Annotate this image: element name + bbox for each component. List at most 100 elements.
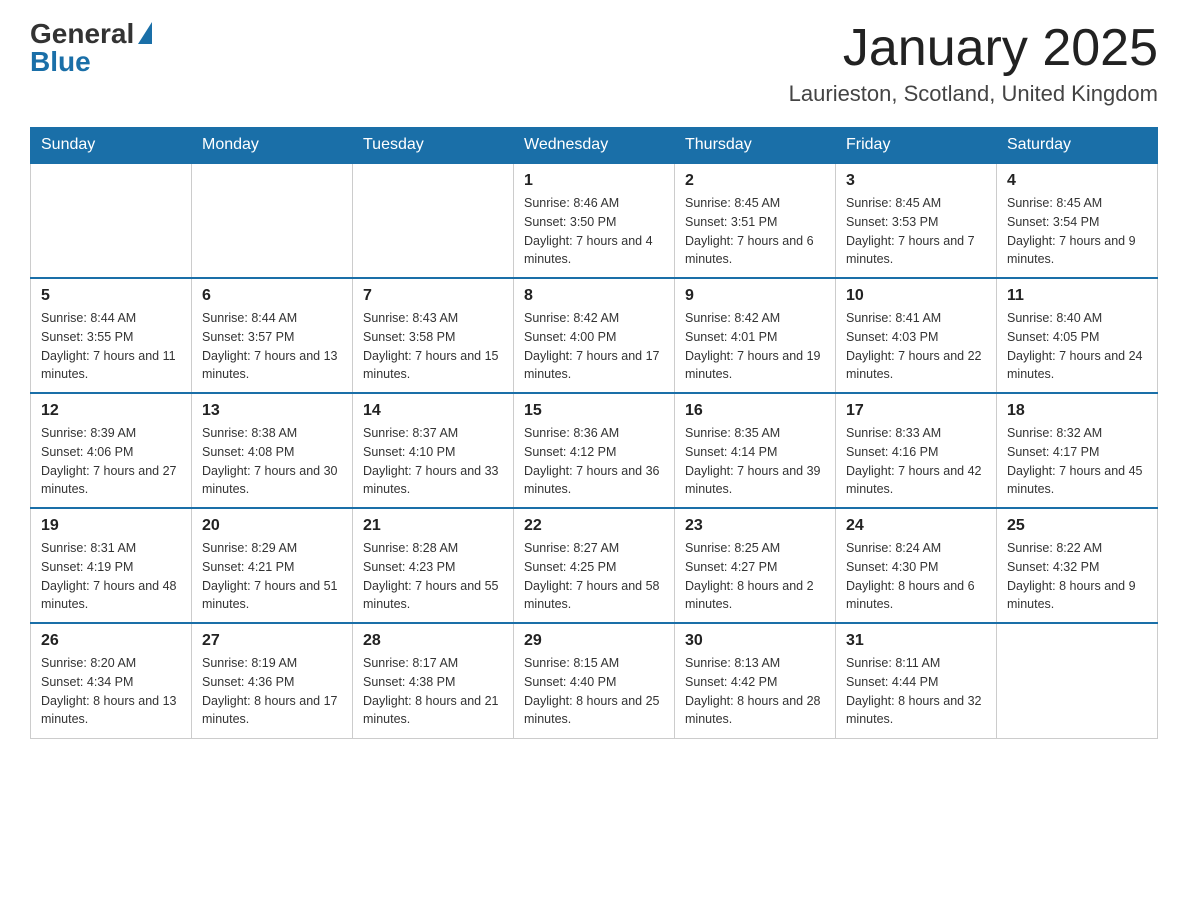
calendar-cell: 17 Sunrise: 8:33 AM Sunset: 4:16 PM Dayli… [836,393,997,508]
calendar-cell: 18 Sunrise: 8:32 AM Sunset: 4:17 PM Dayli… [997,393,1158,508]
calendar-cell [353,163,514,278]
day-number: 24 [846,517,986,535]
day-number: 16 [685,402,825,420]
day-info: Sunrise: 8:37 AM Sunset: 4:10 PM Dayligh… [363,424,503,499]
day-number: 4 [1007,172,1147,190]
day-info: Sunrise: 8:28 AM Sunset: 4:23 PM Dayligh… [363,539,503,614]
day-number: 26 [41,632,181,650]
day-info: Sunrise: 8:41 AM Sunset: 4:03 PM Dayligh… [846,309,986,384]
calendar-cell: 9 Sunrise: 8:42 AM Sunset: 4:01 PM Daylig… [675,278,836,393]
day-of-week-header: Thursday [675,128,836,164]
calendar-cell [997,623,1158,738]
day-number: 1 [524,172,664,190]
day-info: Sunrise: 8:45 AM Sunset: 3:54 PM Dayligh… [1007,194,1147,269]
day-info: Sunrise: 8:31 AM Sunset: 4:19 PM Dayligh… [41,539,181,614]
day-of-week-header: Friday [836,128,997,164]
day-of-week-header: Tuesday [353,128,514,164]
day-number: 30 [685,632,825,650]
calendar-cell: 20 Sunrise: 8:29 AM Sunset: 4:21 PM Dayli… [192,508,353,623]
day-info: Sunrise: 8:19 AM Sunset: 4:36 PM Dayligh… [202,654,342,729]
day-number: 9 [685,287,825,305]
day-number: 5 [41,287,181,305]
calendar-cell: 11 Sunrise: 8:40 AM Sunset: 4:05 PM Dayli… [997,278,1158,393]
calendar-cell: 5 Sunrise: 8:44 AM Sunset: 3:55 PM Daylig… [31,278,192,393]
calendar-cell: 14 Sunrise: 8:37 AM Sunset: 4:10 PM Dayli… [353,393,514,508]
day-of-week-header: Wednesday [514,128,675,164]
calendar-cell: 13Sunrise: 8:38 AM Sunset: 4:08 PM Dayli… [192,393,353,508]
calendar-cell: 2 Sunrise: 8:45 AM Sunset: 3:51 PM Daylig… [675,163,836,278]
calendar-cell: 29Sunrise: 8:15 AM Sunset: 4:40 PM Dayli… [514,623,675,738]
day-number: 7 [363,287,503,305]
day-info: Sunrise: 8:32 AM Sunset: 4:17 PM Dayligh… [1007,424,1147,499]
day-number: 2 [685,172,825,190]
day-of-week-header: Saturday [997,128,1158,164]
day-of-week-header: Monday [192,128,353,164]
day-info: Sunrise: 8:45 AM Sunset: 3:51 PM Dayligh… [685,194,825,269]
calendar-cell: 25 Sunrise: 8:22 AM Sunset: 4:32 PM Dayli… [997,508,1158,623]
day-info: Sunrise: 8:42 AM Sunset: 4:00 PM Dayligh… [524,309,664,384]
day-info: Sunrise: 8:17 AM Sunset: 4:38 PM Dayligh… [363,654,503,729]
day-number: 23 [685,517,825,535]
day-number: 8 [524,287,664,305]
day-number: 19 [41,517,181,535]
day-number: 20 [202,517,342,535]
day-info: Sunrise: 8:44 AM Sunset: 3:57 PM Dayligh… [202,309,342,384]
calendar-cell [31,163,192,278]
day-number: 6 [202,287,342,305]
location-subtitle: Laurieston, Scotland, United Kingdom [789,81,1158,107]
day-number: 17 [846,402,986,420]
day-info: Sunrise: 8:25 AM Sunset: 4:27 PM Dayligh… [685,539,825,614]
day-info: Sunrise: 8:27 AM Sunset: 4:25 PM Dayligh… [524,539,664,614]
calendar-cell: 1 Sunrise: 8:46 AM Sunset: 3:50 PM Daylig… [514,163,675,278]
day-info: Sunrise: 8:35 AM Sunset: 4:14 PM Dayligh… [685,424,825,499]
day-info: Sunrise: 8:40 AM Sunset: 4:05 PM Dayligh… [1007,309,1147,384]
day-number: 22 [524,517,664,535]
calendar-cell: 27 Sunrise: 8:19 AM Sunset: 4:36 PM Dayli… [192,623,353,738]
calendar-cell: 26 Sunrise: 8:20 AM Sunset: 4:34 PM Dayli… [31,623,192,738]
day-number: 10 [846,287,986,305]
day-info: Sunrise: 8:20 AM Sunset: 4:34 PM Dayligh… [41,654,181,729]
calendar-week-row: 19 Sunrise: 8:31 AM Sunset: 4:19 PM Dayli… [31,508,1158,623]
calendar-table: SundayMondayTuesdayWednesdayThursdayFrid… [30,127,1158,739]
calendar-cell: 12 Sunrise: 8:39 AM Sunset: 4:06 PM Dayli… [31,393,192,508]
day-number: 28 [363,632,503,650]
day-info: Sunrise: 8:46 AM Sunset: 3:50 PM Dayligh… [524,194,664,269]
calendar-cell: 30 Sunrise: 8:13 AM Sunset: 4:42 PM Dayli… [675,623,836,738]
calendar-cell: 15Sunrise: 8:36 AM Sunset: 4:12 PM Dayli… [514,393,675,508]
day-number: 3 [846,172,986,190]
day-info: Sunrise: 8:29 AM Sunset: 4:21 PM Dayligh… [202,539,342,614]
day-info: Sunrise: 8:45 AM Sunset: 3:53 PM Dayligh… [846,194,986,269]
day-info: Sunrise: 8:42 AM Sunset: 4:01 PM Dayligh… [685,309,825,384]
title-block: January 2025 Laurieston, Scotland, Unite… [789,20,1158,107]
calendar-week-row: 26 Sunrise: 8:20 AM Sunset: 4:34 PM Dayli… [31,623,1158,738]
day-number: 11 [1007,287,1147,305]
day-info: Sunrise: 8:33 AM Sunset: 4:16 PM Dayligh… [846,424,986,499]
calendar-cell: 16 Sunrise: 8:35 AM Sunset: 4:14 PM Dayli… [675,393,836,508]
day-info: Sunrise: 8:44 AM Sunset: 3:55 PM Dayligh… [41,309,181,384]
calendar-cell: 6 Sunrise: 8:44 AM Sunset: 3:57 PM Daylig… [192,278,353,393]
calendar-cell: 3 Sunrise: 8:45 AM Sunset: 3:53 PM Daylig… [836,163,997,278]
day-info: Sunrise: 8:39 AM Sunset: 4:06 PM Dayligh… [41,424,181,499]
day-number: 12 [41,402,181,420]
calendar-header-row: SundayMondayTuesdayWednesdayThursdayFrid… [31,128,1158,164]
day-number: 25 [1007,517,1147,535]
logo-general: General [30,20,134,48]
calendar-cell: 10 Sunrise: 8:41 AM Sunset: 4:03 PM Dayli… [836,278,997,393]
logo: General Blue [30,20,152,76]
page-header: General Blue January 2025 Laurieston, Sc… [30,20,1158,107]
calendar-cell: 4 Sunrise: 8:45 AM Sunset: 3:54 PM Daylig… [997,163,1158,278]
day-number: 29 [524,632,664,650]
logo-triangle-icon [138,22,152,44]
day-number: 14 [363,402,503,420]
calendar-cell: 23 Sunrise: 8:25 AM Sunset: 4:27 PM Dayli… [675,508,836,623]
day-number: 27 [202,632,342,650]
page-title: January 2025 [789,20,1158,77]
day-info: Sunrise: 8:36 AM Sunset: 4:12 PM Dayligh… [524,424,664,499]
logo-blue: Blue [30,48,91,76]
day-info: Sunrise: 8:22 AM Sunset: 4:32 PM Dayligh… [1007,539,1147,614]
day-number: 13 [202,402,342,420]
calendar-cell: 22 Sunrise: 8:27 AM Sunset: 4:25 PM Dayli… [514,508,675,623]
day-number: 18 [1007,402,1147,420]
calendar-cell: 24Sunrise: 8:24 AM Sunset: 4:30 PM Dayli… [836,508,997,623]
day-info: Sunrise: 8:13 AM Sunset: 4:42 PM Dayligh… [685,654,825,729]
